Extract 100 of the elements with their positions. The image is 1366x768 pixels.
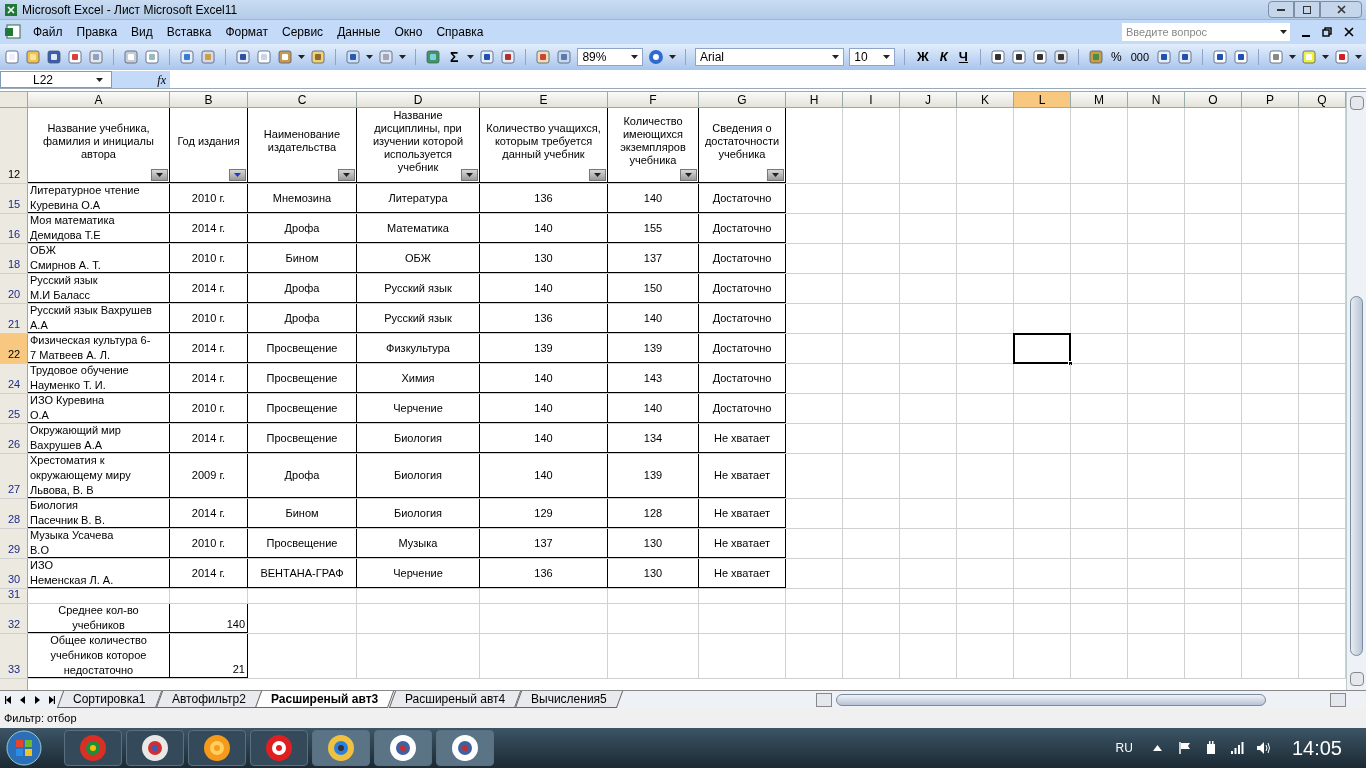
close-icon[interactable]	[1344, 27, 1354, 37]
sheet-tab[interactable]: Вычисления5	[514, 691, 623, 708]
column-header[interactable]: H	[786, 92, 843, 107]
row-number[interactable]: 30	[0, 559, 28, 588]
menu-item[interactable]: Вставка	[159, 23, 219, 41]
sheet-tab[interactable]: Расширеный авт4	[388, 691, 521, 708]
dropdown-arrow-icon[interactable]	[399, 55, 406, 59]
filter-button[interactable]	[338, 169, 355, 181]
menu-item[interactable]: Данные	[330, 23, 388, 41]
column-header[interactable]: M	[1071, 92, 1128, 107]
taskbar-button[interactable]	[188, 730, 246, 766]
name-box[interactable]: L22	[0, 71, 112, 88]
column-header[interactable]: K	[957, 92, 1014, 107]
vertical-scrollbar[interactable]	[1346, 92, 1366, 690]
dropdown-arrow-icon[interactable]	[366, 55, 373, 59]
first-sheet-icon[interactable]	[5, 695, 13, 704]
speaker-icon[interactable]	[1255, 741, 1272, 755]
previous-sheet-icon[interactable]	[19, 695, 27, 704]
column-header[interactable]: D	[357, 92, 480, 107]
help-search-field[interactable]: Введите вопрос	[1122, 23, 1276, 41]
font-field[interactable]: Arial	[695, 48, 845, 66]
row-number[interactable]: 27	[0, 454, 28, 498]
underline-button[interactable]: Ч	[955, 47, 971, 67]
dropdown-arrow-icon[interactable]	[1355, 55, 1362, 59]
column-header[interactable]: L	[1014, 92, 1071, 107]
column-header[interactable]: B	[170, 92, 248, 107]
column-header[interactable]: E	[480, 92, 608, 107]
maximize-button[interactable]	[1294, 1, 1320, 18]
row-number[interactable]: 28	[0, 499, 28, 528]
column-header[interactable]: Q	[1299, 92, 1346, 107]
clock[interactable]: 14:05	[1291, 733, 1342, 763]
percent-button[interactable]: %	[1109, 48, 1124, 66]
row-number[interactable]: 18	[0, 244, 28, 273]
column-header[interactable]: N	[1128, 92, 1185, 107]
column-header[interactable]: A	[28, 92, 170, 107]
row-number[interactable]: 15	[0, 184, 28, 213]
signal-icon[interactable]	[1229, 741, 1244, 755]
row-number[interactable]: 31	[0, 589, 28, 603]
row-number[interactable]: 22	[0, 334, 28, 363]
autosum-button[interactable]: Σ	[446, 50, 463, 64]
close-button[interactable]	[1320, 1, 1362, 18]
sheet-tab[interactable]: Сортировка1	[56, 691, 162, 708]
flag-icon[interactable]	[1177, 741, 1192, 755]
sheet-tab[interactable]: Расширеный авт3	[255, 691, 395, 708]
filter-button[interactable]	[589, 169, 606, 181]
column-header[interactable]: I	[843, 92, 900, 107]
taskbar-button[interactable]	[250, 730, 308, 766]
dropdown-arrow-icon[interactable]	[96, 77, 103, 82]
next-sheet-icon[interactable]	[33, 695, 41, 704]
dropdown-arrow-icon[interactable]	[631, 55, 639, 59]
row-number[interactable]: 12	[0, 108, 28, 183]
font-size-field[interactable]: 10	[849, 48, 896, 66]
active-cell[interactable]	[1013, 333, 1071, 364]
fill-handle[interactable]	[1068, 361, 1073, 366]
dropdown-arrow-icon[interactable]	[669, 55, 677, 59]
filter-button[interactable]	[229, 169, 246, 181]
row-number[interactable]: 25	[0, 394, 28, 423]
sheet-tab[interactable]: Автофильтр2	[155, 691, 262, 708]
minimize-button[interactable]	[1268, 1, 1294, 18]
sheet-icon[interactable]	[4, 24, 22, 40]
horizontal-scrollbar[interactable]	[816, 691, 1346, 708]
row-number[interactable]: 32	[0, 604, 28, 633]
row-number[interactable]: 21	[0, 304, 28, 333]
column-header[interactable]: G	[699, 92, 786, 107]
taskbar-button[interactable]	[126, 730, 184, 766]
zoom-field[interactable]: 89%	[577, 48, 644, 66]
dropdown-arrow-icon[interactable]	[832, 55, 840, 59]
italic-button[interactable]: К	[936, 47, 951, 67]
bold-button[interactable]: Ж	[914, 47, 932, 67]
taskbar-button[interactable]	[436, 730, 494, 766]
menu-item[interactable]: Вид	[124, 23, 160, 41]
filter-button[interactable]	[151, 169, 168, 181]
show-hidden-icons-icon[interactable]	[1152, 745, 1162, 751]
language-indicator[interactable]: RU	[1115, 739, 1133, 757]
filter-button[interactable]	[680, 169, 697, 181]
column-header[interactable]: F	[608, 92, 699, 107]
menu-item[interactable]: Правка	[69, 23, 125, 41]
dropdown-arrow-icon[interactable]	[883, 55, 891, 59]
column-header[interactable]: J	[900, 92, 957, 107]
column-header[interactable]: C	[248, 92, 357, 107]
menu-item[interactable]: Справка	[429, 23, 491, 41]
column-header[interactable]: O	[1185, 92, 1242, 107]
column-header[interactable]: P	[1242, 92, 1299, 107]
formula-label[interactable]: fx	[112, 71, 170, 88]
dropdown-arrow-icon[interactable]	[1289, 55, 1296, 59]
row-number[interactable]: 24	[0, 364, 28, 393]
menu-item[interactable]: Сервис	[275, 23, 331, 41]
thousands-button[interactable]: 000	[1128, 48, 1151, 66]
filter-button[interactable]	[767, 169, 784, 181]
taskbar-button[interactable]	[374, 730, 432, 766]
menu-item[interactable]: Файл	[26, 23, 70, 41]
row-number[interactable]: 29	[0, 529, 28, 558]
row-number[interactable]: 16	[0, 214, 28, 243]
restore-icon[interactable]	[1322, 27, 1332, 37]
dropdown-arrow-icon[interactable]	[1322, 55, 1329, 59]
dropdown-arrow-icon[interactable]	[298, 55, 305, 59]
menu-item[interactable]: Окно	[387, 23, 430, 41]
row-number[interactable]: 33	[0, 634, 28, 678]
taskbar-button[interactable]	[312, 730, 370, 766]
dropdown-arrow-icon[interactable]	[1279, 30, 1287, 34]
